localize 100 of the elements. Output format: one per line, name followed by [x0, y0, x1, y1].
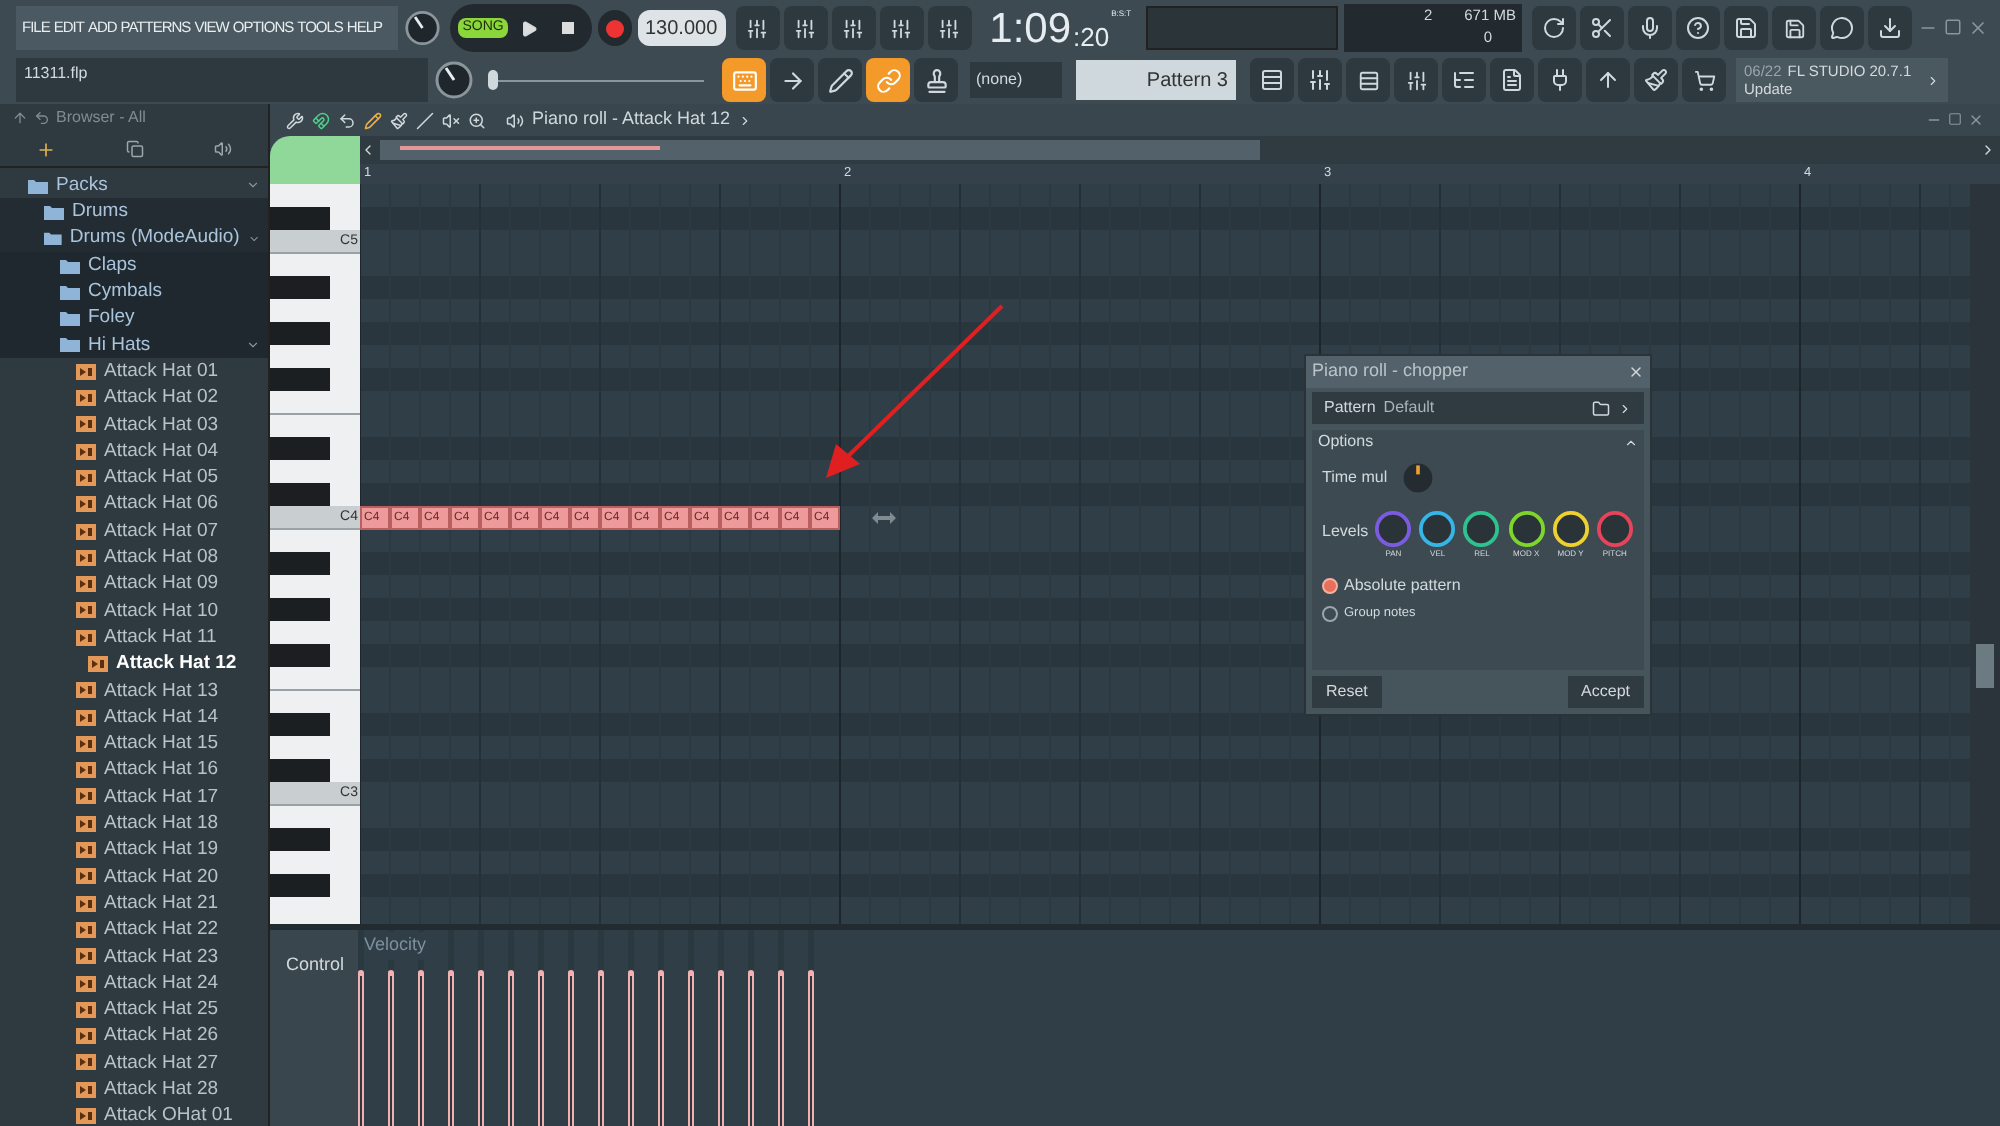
velocity-bar[interactable] [358, 969, 364, 1126]
browser-item[interactable]: Attack Hat 01 [0, 358, 268, 385]
browser-item[interactable]: Attack Hat 13 [0, 677, 268, 704]
copy-icon[interactable] [125, 140, 144, 158]
help-button[interactable] [1676, 6, 1720, 50]
microphone-button[interactable] [1628, 6, 1672, 50]
velocity-bar[interactable] [598, 969, 604, 1126]
velocity-lane[interactable]: Velocity [360, 930, 2000, 1126]
browser-item[interactable]: Attack Hat 07 [0, 517, 268, 545]
snap-dropdown[interactable]: (none) [970, 62, 1062, 98]
delete-icon[interactable] [416, 111, 434, 129]
save-button[interactable] [1724, 6, 1768, 50]
velocity-bar[interactable] [388, 969, 394, 1126]
maximize-icon[interactable] [1944, 18, 1962, 36]
velocity-bar[interactable] [718, 969, 724, 1126]
browser-item[interactable]: Attack Hat 21 [0, 890, 268, 917]
velocity-bar[interactable] [808, 969, 814, 1126]
chevron-icon[interactable] [1618, 401, 1632, 415]
chevron-icon[interactable] [1926, 73, 1940, 87]
browser-item[interactable]: Cymbals [0, 278, 268, 305]
time-mul-knob[interactable] [1399, 460, 1436, 496]
velocity-bar[interactable] [658, 969, 664, 1126]
browser-item[interactable]: Claps [0, 251, 268, 279]
velocity-bar[interactable] [538, 969, 544, 1126]
arrow-button[interactable] [770, 58, 814, 102]
refresh-button[interactable] [1532, 6, 1576, 50]
speaker-icon[interactable] [214, 140, 233, 158]
browser-item[interactable]: Attack Hat 16 [0, 757, 268, 784]
chevron-icon[interactable] [738, 113, 753, 127]
browser-item[interactable]: Attack Hat 02 [0, 384, 268, 412]
mixer-button[interactable] [1394, 58, 1438, 102]
wait-button[interactable] [783, 6, 828, 50]
option-label[interactable]: Absolute pattern [1344, 574, 1461, 598]
control-label[interactable]: Control [286, 954, 345, 974]
velocity-bar[interactable] [778, 969, 784, 1126]
level-knob[interactable] [1507, 510, 1546, 548]
overview-scrollbar[interactable] [380, 140, 1260, 160]
browser-item[interactable]: Foley [0, 304, 268, 332]
record-button[interactable] [597, 10, 631, 46]
browser-item[interactable]: Attack Hat 04 [0, 437, 268, 465]
scissors-button[interactable] [1580, 6, 1624, 50]
browser-item[interactable]: Attack Hat 15 [0, 730, 268, 758]
tempo-display[interactable]: 130.000 [637, 10, 726, 46]
magnet-icon[interactable] [312, 111, 330, 129]
plus-icon[interactable] [35, 139, 56, 159]
velocity-bar[interactable] [478, 969, 484, 1126]
mute-icon[interactable] [442, 111, 460, 129]
browser-item[interactable]: Attack Hat 05 [0, 464, 268, 492]
folder-icon[interactable] [1592, 399, 1610, 417]
browser-item[interactable]: Attack Hat 10 [0, 597, 268, 625]
master-volume-knob[interactable] [403, 8, 441, 48]
browser-item[interactable]: Attack Hat 24 [0, 969, 268, 997]
browser-item[interactable]: Attack Hat 26 [0, 1023, 268, 1050]
keyboard-icon-button[interactable] [722, 58, 766, 102]
chat-button[interactable] [1820, 6, 1864, 50]
speaker-icon[interactable] [506, 111, 524, 129]
browser-item[interactable]: Attack Hat 11 [0, 624, 268, 651]
document-button[interactable] [1490, 58, 1534, 102]
velocity-bar[interactable] [448, 969, 454, 1126]
velocity-bar[interactable] [688, 969, 694, 1126]
playlist-button[interactable] [1250, 58, 1294, 102]
collapse-icon[interactable] [246, 178, 260, 193]
browser-item[interactable]: Attack Hat 19 [0, 836, 268, 864]
browser-item[interactable]: Drums [0, 198, 268, 226]
zoom-icon[interactable] [468, 111, 486, 129]
close-icon[interactable] [1968, 18, 1988, 38]
channel-rack-button[interactable] [1346, 58, 1390, 102]
radio-button[interactable] [1322, 578, 1338, 594]
countdown-button[interactable] [831, 6, 876, 50]
piano-keyboard-drawing[interactable] [270, 184, 360, 924]
link-button[interactable] [866, 58, 910, 102]
plug-button[interactable] [1538, 58, 1582, 102]
browser-item[interactable]: Attack Hat 20 [0, 863, 268, 891]
level-knob[interactable] [1462, 510, 1501, 548]
browser-item[interactable]: Attack Hat 17 [0, 783, 268, 811]
stamp-button[interactable] [914, 58, 958, 102]
scroll-left-icon[interactable] [360, 142, 376, 158]
browser-item[interactable]: Attack Hat 12 [0, 650, 268, 678]
browser-item[interactable]: Attack Hat 06 [0, 491, 268, 518]
browser-item[interactable]: Drums (ModeAudio) [0, 225, 268, 252]
browser-item[interactable]: Hi Hats [0, 331, 268, 359]
metronome-button[interactable] [735, 6, 780, 50]
piano-roll-button[interactable] [1298, 58, 1342, 102]
master-pitch-knob[interactable] [434, 60, 474, 100]
velocity-bar[interactable] [418, 969, 424, 1126]
collapse-icon[interactable] [1624, 435, 1638, 449]
browser-item[interactable]: Attack Hat 25 [0, 996, 268, 1023]
browser-button[interactable] [1442, 58, 1486, 102]
collapse-icon[interactable] [246, 337, 260, 352]
maximize-icon[interactable] [1948, 112, 1962, 126]
browser-item[interactable]: Attack Hat 22 [0, 916, 268, 944]
browser-item[interactable]: Packs [0, 172, 268, 199]
velocity-bar[interactable] [748, 969, 754, 1126]
brush-icon[interactable] [390, 111, 408, 129]
scroll-right-icon[interactable] [1980, 142, 1996, 158]
browser-item[interactable]: Attack OHat 01 [0, 1102, 268, 1126]
velocity-bar[interactable] [508, 969, 514, 1126]
loop-record-button[interactable] [927, 6, 972, 50]
velocity-bar[interactable] [628, 969, 634, 1126]
up-arrow-icon[interactable] [12, 110, 28, 126]
